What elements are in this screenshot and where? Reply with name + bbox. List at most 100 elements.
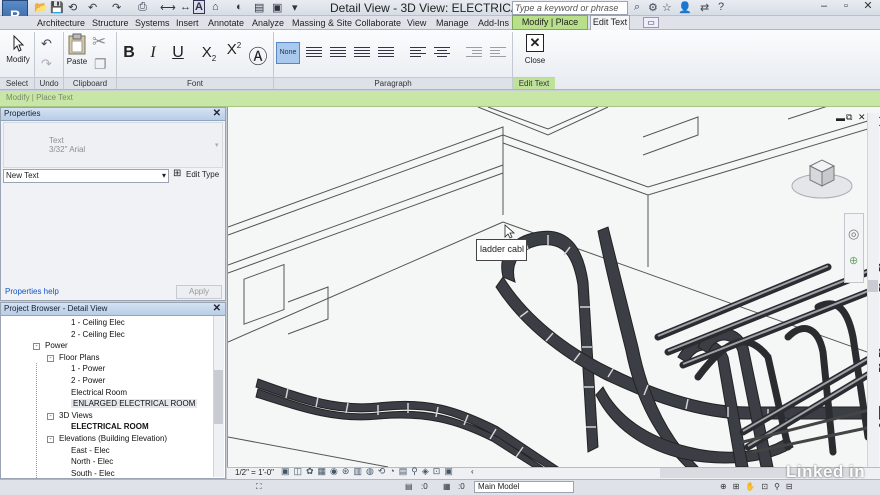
browser-tree-item[interactable]: ENLARGED ELECTRICAL ROOM (71, 399, 198, 409)
panel-paragraph-label[interactable]: Paragraph (274, 77, 512, 89)
worksets-icon[interactable]: ⛶ (256, 482, 262, 492)
tab-architecture[interactable]: Architecture (37, 16, 85, 30)
browser-tree-item[interactable]: 1 - Power (71, 364, 105, 373)
cut-icon[interactable]: ✂ (92, 32, 106, 52)
thin-lines-icon[interactable]: ▤ (254, 1, 264, 14)
panel-font-label[interactable]: Font (117, 77, 273, 89)
redo-icon[interactable]: ↷ (41, 56, 52, 72)
browser-tree-item[interactable]: 3D Views (59, 411, 93, 420)
steering-wheel-icon[interactable]: ◎ (848, 226, 859, 242)
undo-icon[interactable]: ↶ (41, 36, 52, 52)
viewport-restore-icon[interactable]: ⧉ (846, 112, 852, 123)
minimize-icon[interactable]: – (813, 0, 835, 14)
properties-header[interactable]: Properties ✕ (1, 108, 225, 121)
bullet-list-icon[interactable] (304, 43, 324, 61)
view-control-icons[interactable]: ▣◫✿▦◉⊛▥◍⟲◔▤⚲◈⊡▣ (281, 466, 457, 477)
lowercase-list-icon[interactable] (352, 43, 372, 61)
indent-decrease-icon[interactable] (488, 43, 508, 61)
panel-clipboard-label[interactable]: Clipboard (64, 77, 116, 89)
browser-tree-item[interactable]: 2 - Ceiling Elec (71, 330, 125, 339)
search-input[interactable]: Type a keyword or phrase (512, 1, 628, 15)
panel-edit-text-label[interactable]: Edit Text (513, 77, 555, 89)
modify-button[interactable]: Modify (4, 55, 32, 64)
underline-icon[interactable]: U (168, 44, 188, 62)
subscription-icon[interactable]: ⚙ (648, 1, 658, 14)
tab-annotate[interactable]: Annotate (208, 16, 244, 30)
view-scale[interactable]: 1/2" = 1'-0" (235, 468, 274, 477)
scroll-left-icon[interactable]: ‹ (471, 467, 474, 476)
active-model-dropdown[interactable]: Main Model (474, 481, 574, 493)
instance-filter-dropdown[interactable]: New Text ▾ (3, 169, 169, 183)
tab-insert[interactable]: Insert (176, 16, 199, 30)
exchange-icon[interactable]: ⇄ (700, 1, 709, 14)
copy-icon[interactable]: ❐ (94, 56, 107, 73)
close-properties-icon[interactable]: ✕ (213, 108, 221, 120)
panel-undo-label[interactable]: Undo (35, 77, 63, 89)
tab-manage[interactable]: Manage (436, 16, 469, 30)
close-button[interactable]: Close (518, 56, 552, 65)
minimize-ribbon-icon[interactable]: ▭ (643, 17, 659, 28)
close-window-icon[interactable]: ✕ (857, 0, 879, 14)
tree-collapse-icon[interactable]: - (33, 343, 40, 351)
superscript-icon[interactable]: X2 (224, 41, 244, 58)
browser-tree-item[interactable]: 1 - Ceiling Elec (71, 318, 125, 327)
font-size-icon[interactable]: Ⓐ (248, 42, 268, 69)
browser-tree-item[interactable]: East - Elec (71, 446, 110, 455)
paste-button[interactable]: Paste (64, 57, 90, 66)
tab-view[interactable]: View (407, 16, 426, 30)
save-icon[interactable]: 💾 (50, 1, 64, 14)
close-browser-icon[interactable]: ✕ (213, 303, 221, 315)
filter-icon[interactable]: ▦ (443, 482, 451, 491)
text-edit-box[interactable]: ladder cabl (476, 239, 527, 261)
sync-icon[interactable]: ⟲ (68, 1, 77, 14)
bold-icon[interactable]: B (119, 44, 139, 62)
browser-tree-item[interactable]: ELECTRICAL ROOM (71, 422, 149, 431)
binoculars-icon[interactable]: ⌕ (634, 1, 640, 14)
undo-qat-icon[interactable]: ↶ (88, 1, 97, 14)
switch-windows-icon[interactable]: ▾ (292, 1, 298, 14)
edit-type-icon[interactable]: ⊞ (173, 168, 181, 179)
browser-tree-item[interactable]: Electrical Room (71, 388, 127, 397)
browser-tree-item[interactable]: Elevations (Building Elevation) (59, 434, 167, 443)
tab-add-ins[interactable]: Add-Ins (478, 16, 509, 30)
close-edit-text-icon[interactable]: ✕ (526, 34, 544, 52)
viewport-scroll-thumb[interactable] (868, 280, 878, 292)
tree-collapse-icon[interactable]: - (47, 412, 54, 420)
viewport-close-icon[interactable]: ✕ (858, 112, 866, 123)
edit-type-button[interactable]: Edit Type (186, 170, 219, 179)
indent-increase-icon[interactable] (464, 43, 484, 61)
tab-systems[interactable]: Systems (135, 16, 170, 30)
browser-tree-item[interactable]: 2 - Power (71, 376, 105, 385)
browser-tree-item[interactable]: South - Elec (71, 469, 115, 478)
status-toggle-icons[interactable]: ⊕⊞✋⊡⚲⊟ (720, 482, 799, 491)
apply-button[interactable]: Apply (176, 285, 222, 299)
uppercase-list-icon[interactable] (376, 43, 396, 61)
tab-massing-site[interactable]: Massing & Site (292, 16, 352, 30)
tab-analyze[interactable]: Analyze (252, 16, 284, 30)
browser-scroll-thumb[interactable] (214, 370, 223, 424)
type-dropdown-arrow-icon[interactable]: ▾ (215, 141, 219, 149)
dimension-icon[interactable]: ↔ (180, 1, 191, 13)
panel-select-label[interactable]: Select (0, 77, 34, 89)
section-icon[interactable]: ◐ (236, 1, 243, 13)
selection-count-icon[interactable]: ▤ (405, 482, 413, 491)
viewcube-icon[interactable] (790, 152, 854, 200)
measure-icon[interactable]: ⟷ (160, 1, 176, 14)
3d-viewport[interactable] (227, 107, 880, 467)
maximize-icon[interactable]: ▫ (835, 0, 857, 14)
viewport-minimize-icon[interactable]: ▬ (836, 113, 845, 123)
paste-icon[interactable] (67, 33, 87, 55)
list-none-button[interactable]: None (276, 42, 300, 64)
numbered-list-icon[interactable] (328, 43, 348, 61)
subscript-icon[interactable]: X2 (199, 44, 219, 63)
favorites-star-icon[interactable]: ☆ (662, 1, 672, 14)
open-icon[interactable]: 📂 (34, 1, 48, 14)
tab-structure[interactable]: Structure (92, 16, 129, 30)
tree-collapse-icon[interactable]: - (47, 436, 54, 443)
tab-edit-text[interactable]: Edit Text (590, 15, 630, 30)
print-icon[interactable]: ⎙ (138, 1, 147, 14)
properties-help-link[interactable]: Properties help (5, 287, 59, 296)
browser-tree-item[interactable]: Floor Plans (59, 353, 99, 362)
close-hidden-icon[interactable]: ▣ (272, 1, 282, 14)
project-browser-header[interactable]: Project Browser - Detail View ✕ (1, 303, 225, 316)
